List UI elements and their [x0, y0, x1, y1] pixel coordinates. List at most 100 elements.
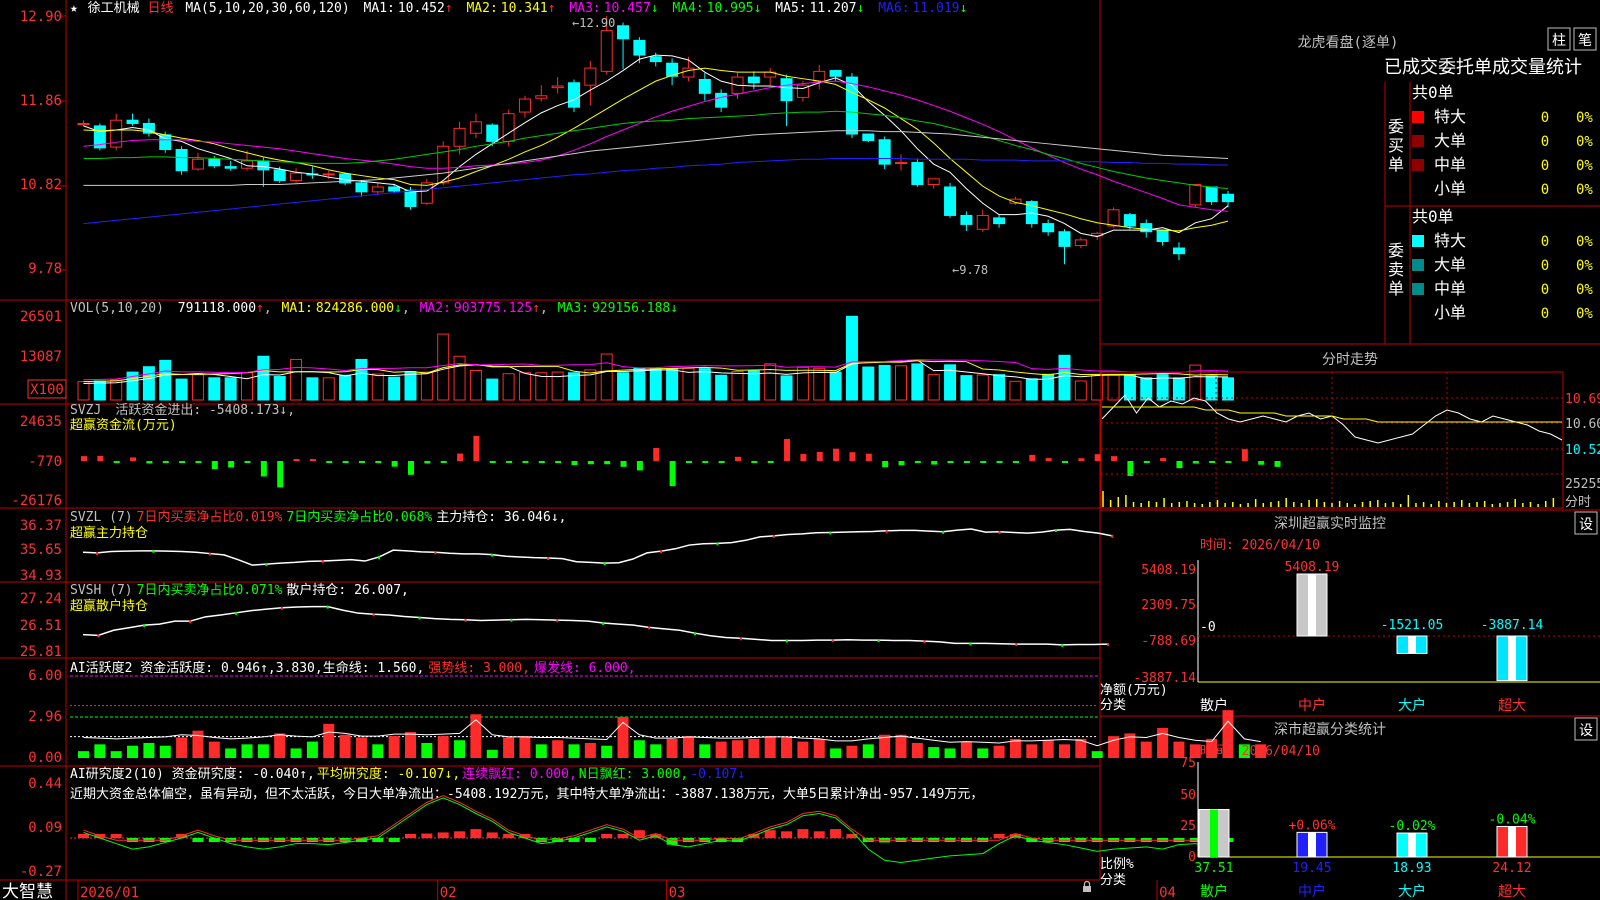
kline-plot[interactable]: [77, 16, 1234, 265]
svzj-bar: [784, 438, 791, 461]
candle-body: [273, 169, 286, 181]
ai-active-plot[interactable]: [70, 675, 1267, 758]
monitor-chart[interactable]: 5408.19 2309.75 -788.69 -3887.14 -0 散户 5408.19…: [1133, 560, 1600, 714]
candle-body: [191, 158, 204, 170]
active-bar: [470, 714, 482, 758]
volume-bar: [339, 374, 352, 401]
svzj-tick: [751, 461, 758, 463]
active-bar: [94, 744, 106, 758]
kline-tick: 9.78: [28, 261, 62, 277]
stat-chart[interactable]: 755025037.51散户+0.06%19.45中户-0.02%18.93大户…: [1180, 756, 1600, 900]
legend-swatch: [1412, 111, 1424, 123]
ai-active-strong: 强势线: 3.000,: [428, 660, 530, 676]
brand-logo[interactable]: 大智慧: [2, 882, 53, 900]
monitor-value: -1521.05: [1381, 618, 1444, 633]
svsh-tick: 27.24: [20, 591, 62, 607]
high-price-marker: ←12.90: [572, 16, 615, 30]
research-bar: [110, 834, 122, 838]
volume-bar: [273, 376, 286, 401]
volume-bar: [976, 374, 989, 401]
row-name: 中单: [1434, 279, 1466, 298]
volume-bar: [518, 372, 531, 401]
svsh-dot: [602, 622, 605, 625]
intraday-chart[interactable]: [1100, 371, 1564, 509]
row-pct: 0%: [1576, 182, 1593, 198]
ai-research-plot[interactable]: [70, 795, 1234, 864]
volume-bar: [1009, 380, 1022, 401]
vol-header: VOL(5,10,20) 791118.000↑, MA1: 824286.000…: [70, 301, 678, 316]
svsh-dot: [923, 640, 926, 644]
svsh-dot: [877, 639, 880, 643]
vol-plot[interactable]: [77, 315, 1234, 401]
svzj-bar: [81, 456, 87, 461]
kline-header: ★ 徐工机械 日线 MA(5,10,20,30,60,120) MA1: 10.4…: [70, 1, 967, 16]
active-bar: [1059, 744, 1070, 758]
svzj-tick: [506, 461, 513, 463]
low-price-marker: ←9.78: [952, 263, 988, 277]
volume-bar: [371, 373, 384, 401]
svzj-bar: [669, 461, 676, 487]
research-bar: [470, 829, 482, 838]
active-bar: [176, 737, 188, 758]
ma5-value: 11.207: [810, 1, 857, 16]
ma6-label: MA6:: [878, 1, 909, 16]
svzj-bar: [653, 448, 660, 461]
svsh-dot: [510, 618, 513, 622]
candle-body: [1074, 239, 1087, 247]
svzl-plot[interactable]: [82, 528, 1114, 567]
order-total: 共0单: [1412, 83, 1454, 102]
monitor-settings-label[interactable]: 设: [1579, 517, 1593, 533]
stat-category: 超大: [1498, 884, 1526, 900]
side-label-char: 单: [1388, 279, 1404, 298]
stat-bar-shine: [1210, 809, 1218, 857]
legend-swatch: [1412, 259, 1424, 271]
svzj-tick: -26176: [11, 493, 62, 509]
candle-body: [551, 85, 564, 89]
volume-bar: [159, 359, 172, 401]
svzj-bar: [424, 461, 431, 464]
volume-bar: [1058, 354, 1071, 401]
active-bar: [503, 737, 515, 758]
active-bar: [355, 737, 367, 758]
volume-bar: [666, 368, 679, 401]
svzj-bar: [211, 461, 218, 470]
svzl-line: [82, 528, 1113, 566]
kline-tick: 10.82: [20, 177, 62, 193]
svzl-b: 7日内买卖净占比0.068%: [286, 509, 432, 525]
monitor-axis-label: 净额(万元): [1100, 683, 1168, 698]
svsh-dot: [739, 637, 742, 641]
vol-value: 791118.000: [178, 301, 256, 316]
stat-value: 37.51: [1194, 861, 1233, 876]
ma2-arrow: ↑: [548, 1, 556, 16]
volume-bar: [322, 377, 335, 401]
svzj-tick: [718, 461, 725, 463]
volume-bar: [208, 377, 221, 401]
vol-ma2-value: 903775.125: [454, 301, 532, 316]
ai-active-tick: 0.00: [28, 750, 62, 766]
row-pct: 0%: [1576, 110, 1593, 126]
row-name: 中单: [1434, 155, 1466, 174]
svsh-tick: 26.51: [20, 618, 62, 634]
svsh-dot: [1015, 643, 1018, 647]
btn-bar-view-label[interactable]: 柱: [1552, 33, 1566, 49]
btn-tick-view-label[interactable]: 笔: [1578, 33, 1592, 49]
volume-bar: [878, 364, 891, 401]
side-label-char: 单: [1388, 155, 1404, 174]
candle-body: [371, 186, 384, 193]
active-bar: [895, 734, 907, 758]
vol-unit[interactable]: X100: [30, 382, 64, 398]
svzl-dot: [96, 551, 99, 555]
lock-icon[interactable]: [1083, 880, 1091, 893]
monitor-tick: 2309.75: [1141, 598, 1196, 613]
stat-change: +0.06%: [1289, 818, 1336, 833]
svzj-tick: [293, 459, 300, 461]
svsh-plot[interactable]: [82, 605, 1110, 647]
active-bar: [1091, 751, 1103, 758]
stat-settings-label[interactable]: 设: [1579, 723, 1593, 739]
svzl-dot: [716, 542, 719, 546]
side-label-char: 委: [1388, 241, 1404, 260]
candle-body: [77, 122, 90, 125]
order-total: 共0单: [1412, 207, 1454, 226]
intraday-vol-tick: 25255: [1565, 477, 1600, 492]
date-label: 2026/01: [80, 885, 139, 900]
